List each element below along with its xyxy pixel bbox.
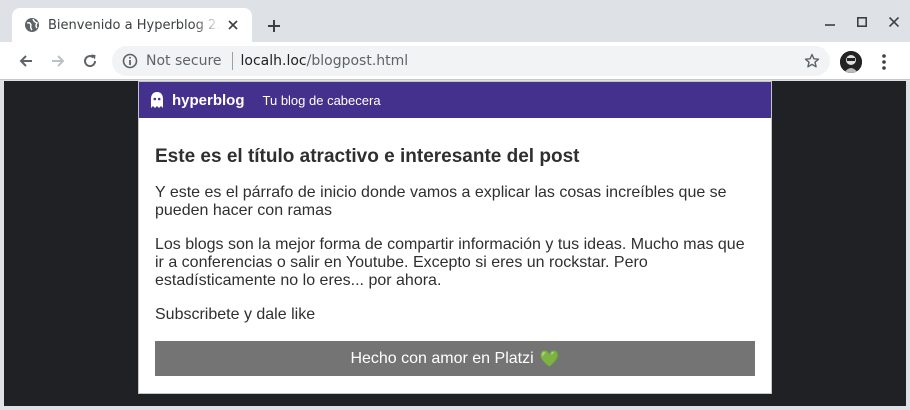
page-viewport: hyperblog Tu blog de cabecera Este es el… [4,81,906,406]
maximize-icon[interactable] [846,8,878,36]
security-label[interactable]: Not secure [146,53,222,69]
site-name[interactable]: hyperblog [172,92,245,109]
site-header: hyperblog Tu blog de cabecera [139,82,771,118]
post-content: Este es el título atractivo e interesant… [139,118,771,324]
url-text[interactable]: localh.loc/blogpost.html [241,53,409,69]
plus-icon[interactable] [262,14,286,38]
browser-toolbar: Not secure localh.loc/blogpost.html [0,42,910,80]
post-paragraph: Y este es el párrafo de inicio donde vam… [155,184,727,219]
close-window-icon[interactable] [878,8,910,36]
browser-tab[interactable]: Bienvenido a Hyperblog 2.0 [12,8,252,42]
arrow-left-icon[interactable] [10,45,42,77]
green-heart-icon: 💚 [539,350,560,368]
footer-text: Hecho con amor en Platzi [350,349,534,367]
omnibox-divider [231,52,233,70]
avatar[interactable] [840,51,862,73]
url-path: /blogpost.html [306,53,409,69]
url-host: localh.loc [240,53,307,69]
tab-strip: Bienvenido a Hyperblog 2.0 [0,0,910,42]
close-icon[interactable] [224,16,242,34]
address-bar[interactable]: Not secure localh.loc/blogpost.html [112,46,830,76]
window-controls [814,8,910,36]
post-paragraph: Subscribete y dale like [155,306,316,323]
post-paragraph: Los blogs son la mejor forma de comparti… [155,236,745,289]
post-title: Este es el título atractivo e interesant… [155,146,580,167]
star-icon[interactable] [802,51,822,71]
globe-icon [24,17,40,33]
ghost-logo-icon [151,92,163,108]
blog-page: hyperblog Tu blog de cabecera Este es el… [138,81,772,394]
site-tagline: Tu blog de cabecera [262,92,381,108]
site-footer: Hecho con amor en Platzi 💚 [155,341,755,376]
reload-icon[interactable] [74,45,106,77]
tab-title: Bienvenido a Hyperblog 2.0 [48,17,220,33]
kebab-menu-icon[interactable] [874,50,894,74]
arrow-right-icon[interactable] [42,45,74,77]
minimize-icon[interactable] [814,8,846,36]
info-icon[interactable] [122,53,138,69]
